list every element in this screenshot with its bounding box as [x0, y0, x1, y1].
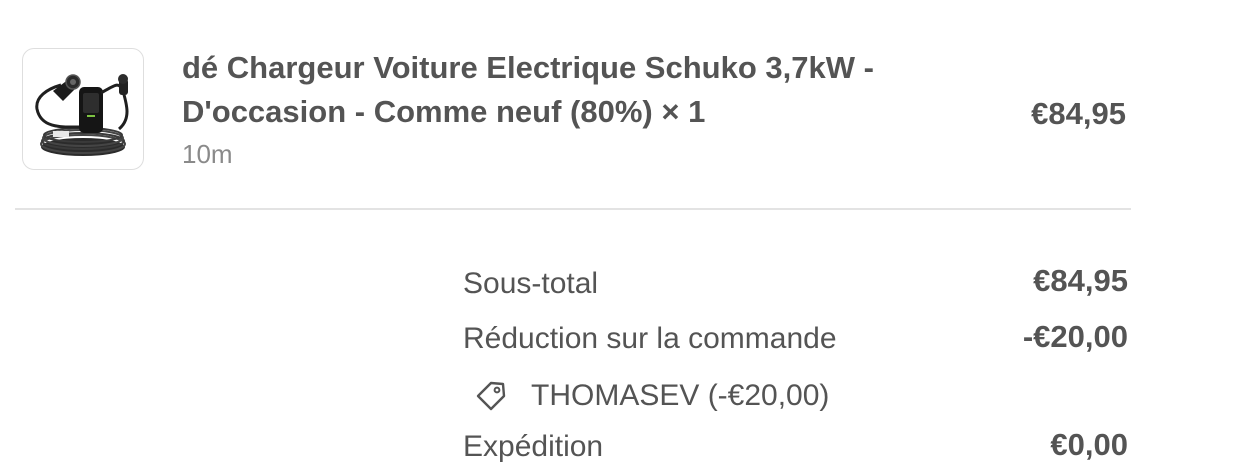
discount-value: -€20,00 [1022, 319, 1128, 354]
shipping-value: €0,00 [1050, 427, 1128, 462]
subtotal-value: €84,95 [1033, 263, 1128, 298]
discount-code-text: THOMASEV (-€20,00) [531, 379, 830, 412]
ev-charger-image [35, 74, 129, 156]
product-variant: 10m [182, 139, 233, 169]
discount-label: Réduction sur la commande [463, 322, 837, 355]
tag-icon [473, 378, 509, 414]
product-title: dé Chargeur Voiture Electrique Schuko 3,… [182, 50, 874, 129]
discount-code: THOMASEV (-€20,00) [473, 375, 829, 417]
product-thumbnail [22, 48, 144, 170]
subtotal-label: Sous-total [463, 267, 599, 300]
shipping-label: Expédition [463, 430, 604, 463]
divider [15, 208, 1131, 210]
product-price: €84,95 [1031, 96, 1126, 131]
